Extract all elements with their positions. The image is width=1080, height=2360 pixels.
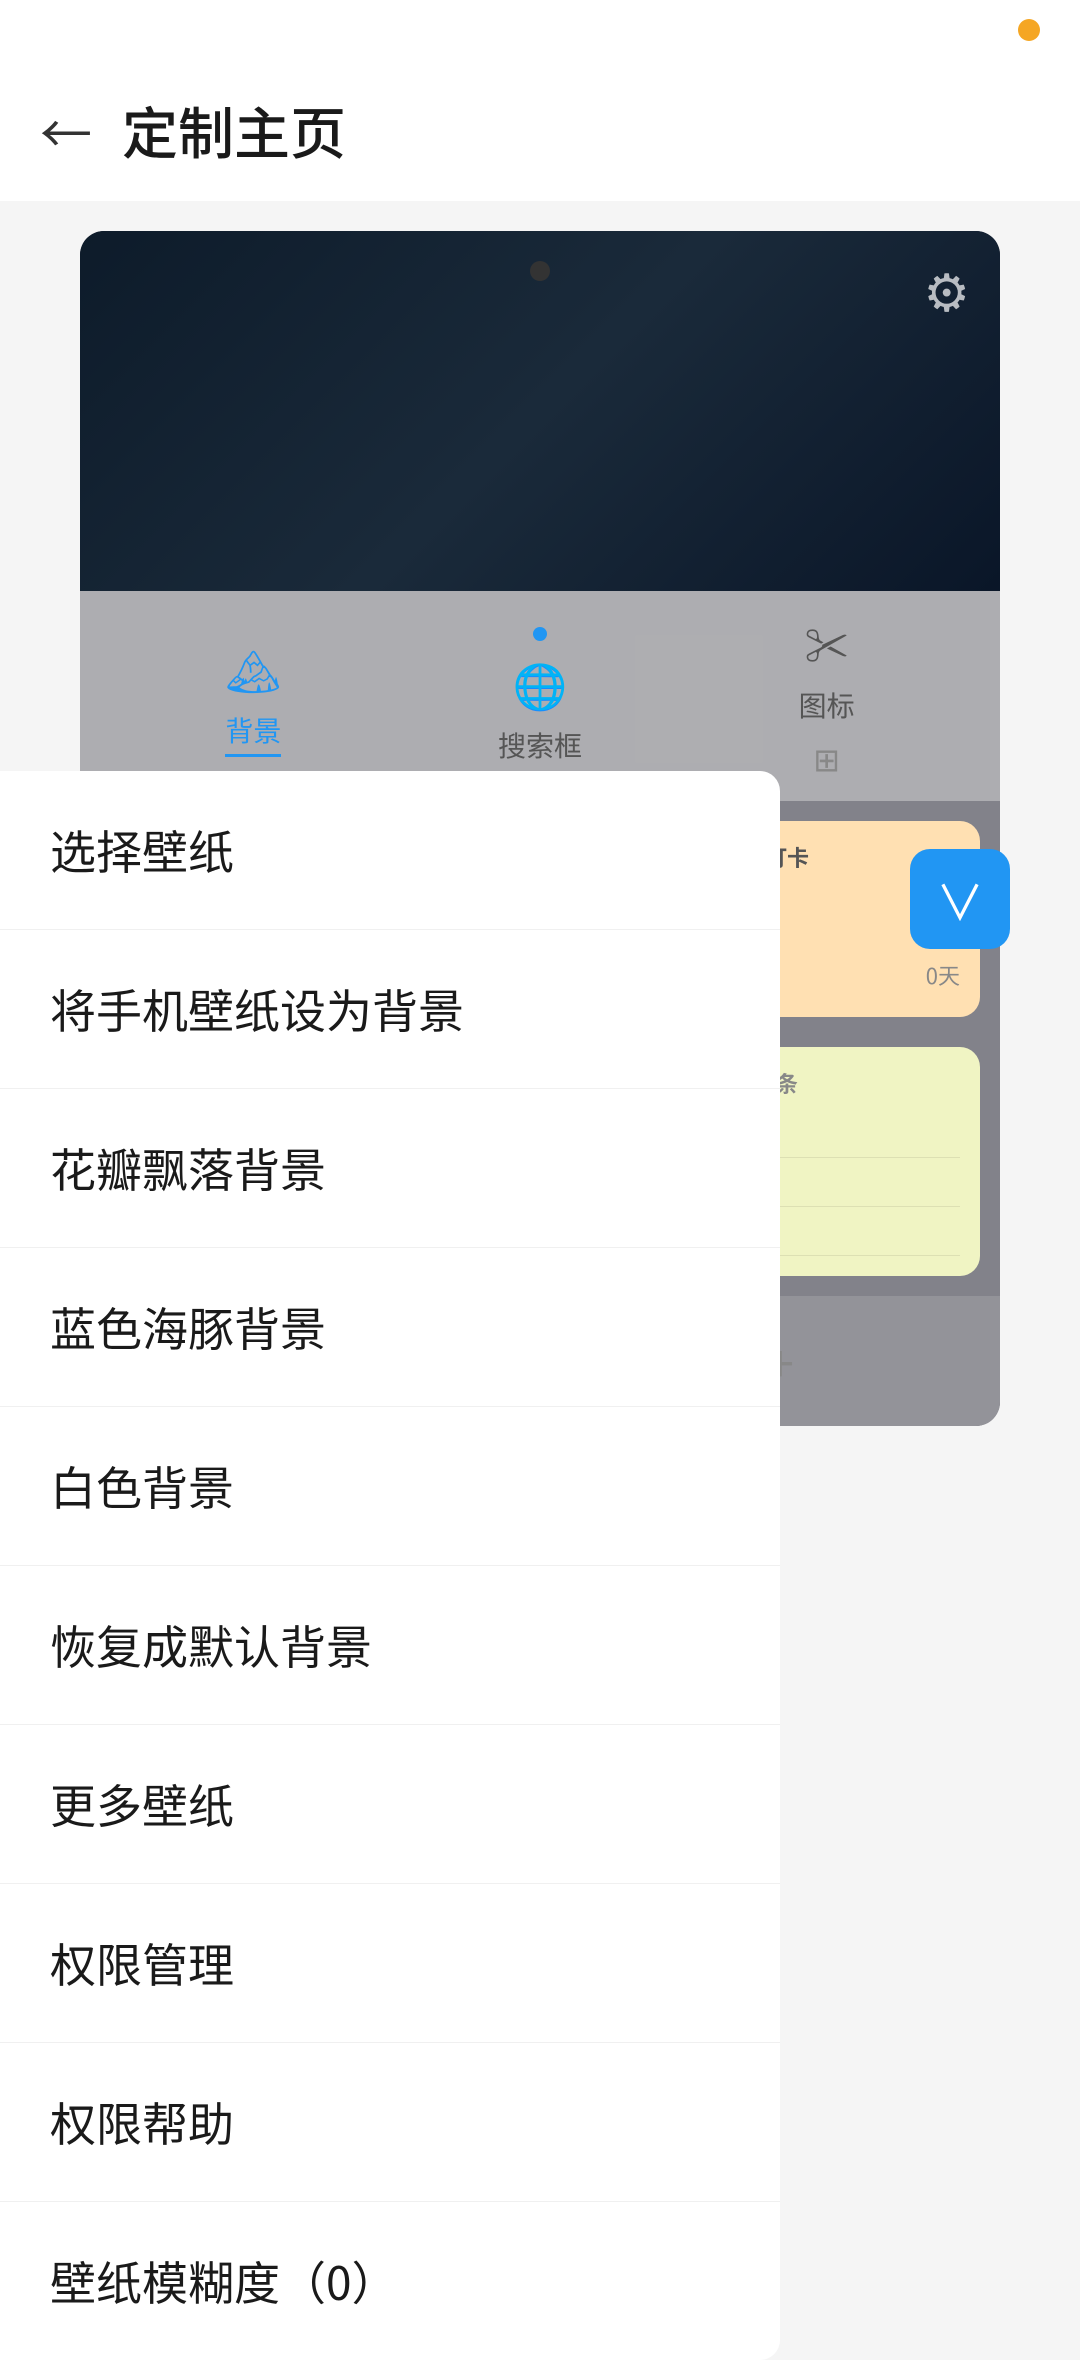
checkin-3-count: 0天 [926, 959, 960, 991]
menu-item-wallpaper-blur[interactable]: 壁纸模糊度（0） [0, 2202, 780, 2360]
menu-item-more-wallpapers[interactable]: 更多壁纸 [0, 1725, 780, 1884]
icons-tab-label: 图标 [799, 685, 855, 725]
menu-item-blue-dolphin-bg[interactable]: 蓝色海豚背景 [0, 1248, 780, 1407]
tab-icons[interactable]: ✂ 图标 ⊞ [683, 611, 970, 781]
gear-icon[interactable]: ⚙ [923, 251, 970, 326]
menu-item-permission-mgmt[interactable]: 权限管理 [0, 1884, 780, 2043]
searchbox-tab-label: 搜索框 [498, 725, 582, 765]
back-button[interactable]: ← [40, 105, 92, 157]
chevron-down-icon: ∨ [936, 864, 984, 934]
header: ← 定制主页 [0, 60, 1080, 201]
menu-item-choose-wallpaper[interactable]: 选择壁纸 [0, 771, 780, 930]
icons-tab-icon: ✂ [805, 611, 849, 675]
preview-tabs: 🏔 背景 🌐 搜索框 ✂ 图标 ⊞ [80, 591, 1000, 801]
menu-item-petal-bg[interactable]: 花瓣飘落背景 [0, 1089, 780, 1248]
menu-overlay: 选择壁纸 将手机壁纸设为背景 花瓣飘落背景 蓝色海豚背景 白色背景 恢复成默认背… [0, 771, 780, 2360]
page-title: 定制主页 [122, 90, 346, 171]
background-tab-icon: 🏔 [225, 636, 281, 700]
status-bar [0, 0, 1080, 60]
preview-wrapper: ⚙ 🏔 背景 🌐 搜索框 ✂ 图标 ⊞ [0, 231, 1080, 1426]
menu-item-restore-default-bg[interactable]: 恢复成默认背景 [0, 1566, 780, 1725]
preview-dark-area: ⚙ [80, 231, 1000, 591]
menu-item-white-bg[interactable]: 白色背景 [0, 1407, 780, 1566]
expand-button[interactable]: ∨ [910, 849, 1010, 949]
camera-dot [530, 261, 550, 281]
tab-background[interactable]: 🏔 背景 [110, 636, 397, 757]
tab-searchbox[interactable]: 🌐 搜索框 [397, 627, 684, 765]
background-tab-label: 背景 [225, 710, 281, 757]
searchbox-tab-icon: 🌐 [513, 651, 568, 715]
menu-item-set-phone-wallpaper[interactable]: 将手机壁纸设为背景 [0, 930, 780, 1089]
searchbox-tab-dot [533, 627, 547, 641]
menu-item-permission-help[interactable]: 权限帮助 [0, 2043, 780, 2202]
status-indicator [1018, 19, 1040, 41]
